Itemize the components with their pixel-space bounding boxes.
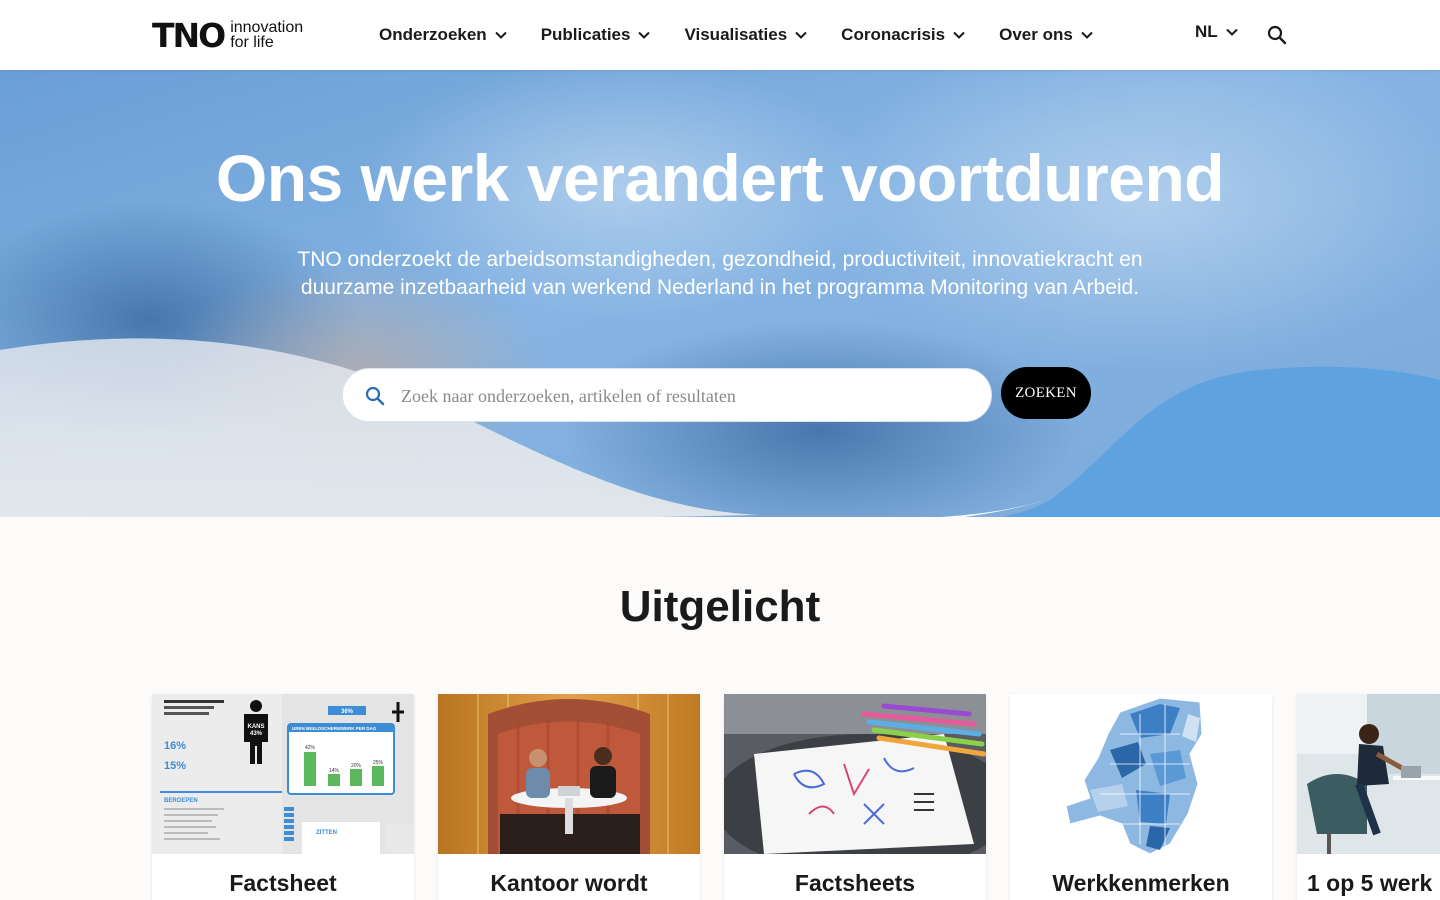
infographic-zitten-label: ZITTEN xyxy=(316,830,337,836)
chevron-down-icon xyxy=(494,31,507,39)
card-image-woman-laptop xyxy=(1297,694,1440,854)
language-label: NL xyxy=(1195,22,1218,41)
featured-card-factsheets[interactable]: Factsheets xyxy=(724,694,986,900)
hero-title: Ons werk verandert voortdurend xyxy=(215,141,1225,215)
logo-mark: TNO xyxy=(152,15,226,55)
menu-item-label: Over ons xyxy=(999,25,1073,44)
search-input[interactable] xyxy=(401,376,971,416)
chevron-down-icon xyxy=(1225,28,1238,36)
card-title: 1 op 5 werk xyxy=(1307,870,1433,896)
featured-section-title: Uitgelicht xyxy=(619,582,821,631)
search-icon[interactable] xyxy=(1265,23,1289,47)
card-image-netherlands-map xyxy=(1010,694,1272,854)
infographic-beroepen-label: BEROEPEN xyxy=(164,798,198,804)
logo-tagline-line-2: for life xyxy=(230,34,274,51)
infographic-bar-value: 42% xyxy=(305,745,316,751)
language-selector[interactable]: NL xyxy=(1195,22,1242,42)
featured-card-kantoor[interactable]: Kantoor wordt xyxy=(438,694,700,900)
chevron-down-icon xyxy=(795,31,807,39)
main-menu: Onderzoeken Publicaties Visualisaties Co… xyxy=(379,0,1127,70)
menu-item-coronacrisis[interactable]: Coronacrisis xyxy=(841,25,969,45)
chevron-down-icon xyxy=(638,31,651,39)
search-icon xyxy=(365,386,385,406)
featured-card-1-op-5[interactable]: 1 op 5 werk xyxy=(1297,694,1440,900)
tno-logo[interactable]: TNO innovation for life xyxy=(152,18,334,52)
card-title: Factsheet xyxy=(229,870,337,896)
menu-item-visualisaties[interactable]: Visualisaties xyxy=(684,25,811,45)
card-image-office-meeting xyxy=(438,694,700,854)
hero-subtitle: TNO onderzoekt de arbeidsomstandigheden,… xyxy=(297,248,1143,299)
card-title: Factsheets xyxy=(794,870,916,896)
menu-item-label: Publicaties xyxy=(540,25,631,44)
card-title: Kantoor wordt xyxy=(490,870,648,896)
infographic-bar-value: 14% xyxy=(329,768,340,774)
top-navigation: TNO innovation for life Onderzoeken Publ… xyxy=(0,0,1440,70)
card-image-infographic: KANS 43% 16% 15% BEROEPEN UREN BEELDSCHE… xyxy=(152,694,414,854)
infographic-pct: 36% xyxy=(341,709,354,715)
hero-banner: Ons werk verandert voortdurend TNO onder… xyxy=(0,70,1440,530)
menu-item-over-ons[interactable]: Over ons xyxy=(999,25,1097,45)
infographic-bar-value: 25% xyxy=(373,760,384,766)
menu-item-label: Coronacrisis xyxy=(841,25,946,44)
infographic-bar-value: 20% xyxy=(351,763,362,769)
card-image-sketches xyxy=(724,694,986,854)
infographic-stat-1: 16% xyxy=(164,740,186,752)
menu-item-onderzoeken[interactable]: Onderzoeken xyxy=(379,25,511,45)
search-box xyxy=(342,368,992,422)
logo-tagline: innovation for life xyxy=(230,20,303,51)
infographic-uren-title: UREN BEELDSCHERMWERK PER DAG xyxy=(292,726,377,731)
chevron-down-icon xyxy=(953,31,965,39)
infographic-kans-value: 43% xyxy=(250,731,263,737)
search-button[interactable]: ZOEKEN xyxy=(1001,367,1091,419)
infographic-kans-label: KANS xyxy=(247,724,264,730)
chevron-down-icon xyxy=(1081,31,1093,39)
featured-card-factsheet[interactable]: KANS 43% 16% 15% BEROEPEN UREN BEELDSCHE… xyxy=(152,694,414,900)
featured-card-werkkenmerken[interactable]: Werkkenmerken xyxy=(1010,694,1272,900)
card-title: Werkkenmerken xyxy=(1052,870,1230,896)
menu-item-label: Onderzoeken xyxy=(379,25,487,44)
menu-item-label: Visualisaties xyxy=(684,25,788,44)
menu-item-publicaties[interactable]: Publicaties xyxy=(541,25,655,45)
infographic-stat-2: 15% xyxy=(164,760,186,772)
